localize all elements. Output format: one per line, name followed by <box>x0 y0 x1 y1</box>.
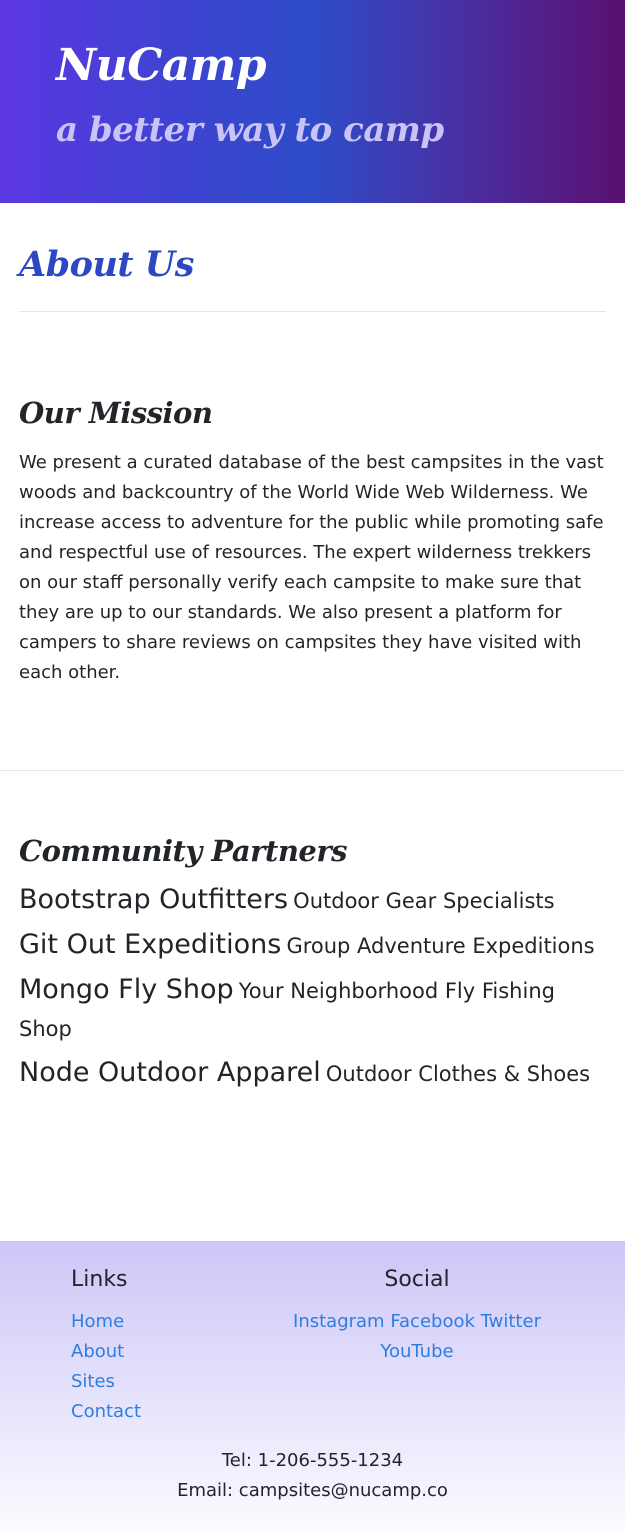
title-divider <box>19 311 606 312</box>
brand-tagline: a better way to camp <box>56 110 444 150</box>
partners-heading: Community Partners <box>19 834 347 868</box>
partner-item: Bootstrap Outfitters Outdoor Gear Specia… <box>19 882 609 921</box>
footer-link-home[interactable]: Home <box>71 1307 141 1337</box>
social-link-facebook[interactable]: Facebook <box>390 1311 475 1332</box>
partner-description: Group Adventure Expeditions <box>286 934 595 958</box>
partner-name: Bootstrap Outfitters <box>19 884 289 915</box>
social-link-twitter[interactable]: Twitter <box>481 1311 541 1332</box>
footer-social-links: Instagram Facebook Twitter YouTube <box>276 1307 558 1367</box>
contact-email[interactable]: Email: campsites@nucamp.co <box>0 1476 625 1506</box>
partners-list: Bootstrap Outfitters Outdoor Gear Specia… <box>19 882 609 1100</box>
section-divider <box>0 770 625 771</box>
site-footer: Links Home About Sites Contact Social In… <box>0 1241 625 1531</box>
footer-link-sites[interactable]: Sites <box>71 1367 141 1397</box>
social-link-instagram[interactable]: Instagram <box>293 1311 385 1332</box>
partner-item: Git Out Expeditions Group Adventure Expe… <box>19 927 609 966</box>
partner-name: Git Out Expeditions <box>19 929 282 960</box>
partner-item: Mongo Fly Shop Your Neighborhood Fly Fis… <box>19 972 609 1049</box>
page-title: About Us <box>19 244 195 285</box>
footer-links-heading: Links <box>71 1267 128 1292</box>
footer-social-heading: Social <box>384 1267 450 1292</box>
partner-item: Node Outdoor Apparel Outdoor Clothes & S… <box>19 1055 609 1094</box>
partner-description: Outdoor Gear Specialists <box>293 889 555 913</box>
footer-contact: Tel: 1-206-555-1234 Email: campsites@nuc… <box>0 1446 625 1506</box>
mission-text: We present a curated database of the bes… <box>19 452 604 683</box>
footer-links-list: Home About Sites Contact <box>71 1307 141 1427</box>
footer-link-about[interactable]: About <box>71 1337 141 1367</box>
footer-link-contact[interactable]: Contact <box>71 1397 141 1427</box>
partner-name: Mongo Fly Shop <box>19 974 234 1005</box>
contact-tel[interactable]: Tel: 1-206-555-1234 <box>0 1446 625 1476</box>
partner-description: Outdoor Clothes & Shoes <box>325 1062 591 1086</box>
site-header: NuCamp a better way to camp <box>0 0 625 203</box>
partner-name: Node Outdoor Apparel <box>19 1057 321 1088</box>
mission-heading: Our Mission <box>19 396 213 430</box>
brand-title[interactable]: NuCamp <box>56 40 267 91</box>
social-link-youtube[interactable]: YouTube <box>380 1341 453 1362</box>
